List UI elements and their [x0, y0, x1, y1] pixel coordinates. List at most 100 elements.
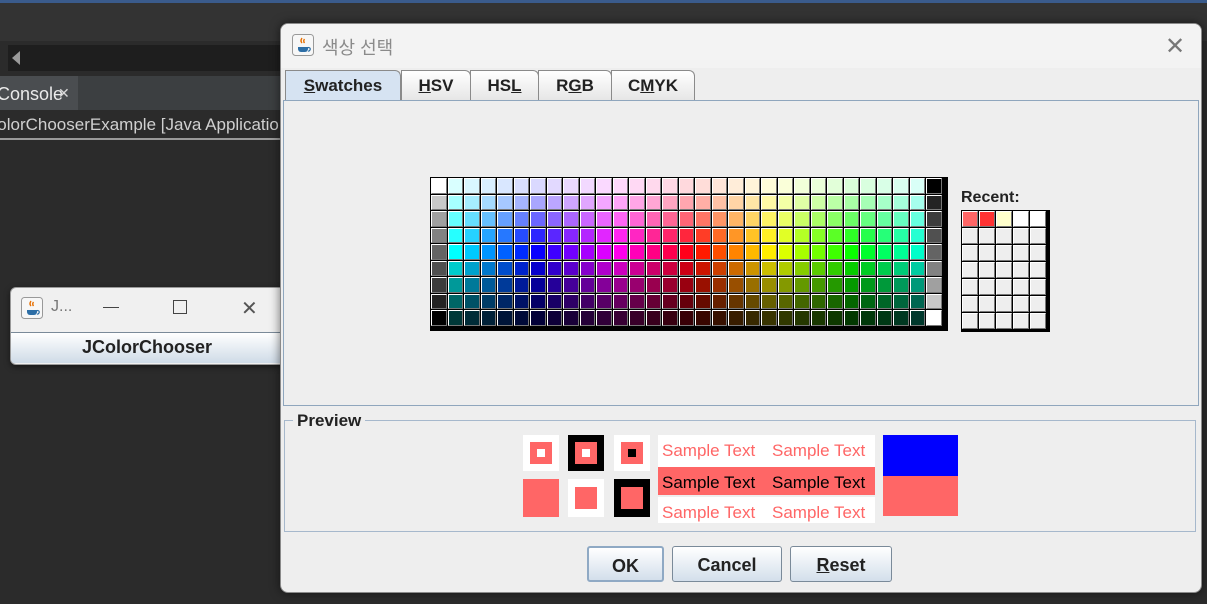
recent-color-swatch[interactable] — [996, 245, 1012, 261]
color-swatch[interactable] — [810, 244, 826, 260]
color-swatch[interactable] — [744, 277, 760, 293]
recent-color-swatch[interactable] — [996, 279, 1012, 295]
color-swatch[interactable] — [728, 260, 744, 276]
color-swatch[interactable] — [645, 178, 661, 194]
color-swatch[interactable] — [431, 310, 447, 326]
color-swatch[interactable] — [728, 178, 744, 194]
color-swatch[interactable] — [447, 227, 463, 243]
color-swatch[interactable] — [645, 244, 661, 260]
color-swatch[interactable] — [695, 277, 711, 293]
recent-color-swatch[interactable] — [1030, 296, 1046, 312]
color-swatch[interactable] — [645, 194, 661, 210]
color-swatch[interactable] — [662, 277, 678, 293]
color-swatch[interactable] — [596, 211, 612, 227]
color-swatch[interactable] — [926, 244, 942, 260]
color-swatch[interactable] — [464, 227, 480, 243]
color-swatch[interactable] — [893, 260, 909, 276]
color-swatch[interactable] — [695, 211, 711, 227]
cancel-button[interactable]: Cancel — [672, 546, 782, 582]
color-swatch[interactable] — [612, 244, 628, 260]
color-swatch[interactable] — [678, 244, 694, 260]
recent-color-swatch[interactable] — [1013, 228, 1029, 244]
color-swatch[interactable] — [563, 227, 579, 243]
color-swatch[interactable] — [612, 293, 628, 309]
color-swatch[interactable] — [761, 260, 777, 276]
color-swatch[interactable] — [629, 293, 645, 309]
color-swatch[interactable] — [513, 293, 529, 309]
color-swatch[interactable] — [563, 194, 579, 210]
color-swatch[interactable] — [827, 227, 843, 243]
color-swatch[interactable] — [612, 227, 628, 243]
color-swatch[interactable] — [794, 260, 810, 276]
color-swatch[interactable] — [728, 244, 744, 260]
color-swatch[interactable] — [794, 244, 810, 260]
color-swatch[interactable] — [447, 194, 463, 210]
color-swatch[interactable] — [810, 227, 826, 243]
color-swatch[interactable] — [810, 178, 826, 194]
recent-color-swatch[interactable] — [979, 211, 995, 227]
color-swatch[interactable] — [728, 293, 744, 309]
color-swatch[interactable] — [926, 277, 942, 293]
color-swatch[interactable] — [612, 178, 628, 194]
color-swatch[interactable] — [711, 211, 727, 227]
color-swatch[interactable] — [530, 260, 546, 276]
color-swatch[interactable] — [596, 244, 612, 260]
color-swatch[interactable] — [794, 227, 810, 243]
recent-color-swatch[interactable] — [979, 228, 995, 244]
color-swatch[interactable] — [480, 178, 496, 194]
color-swatch[interactable] — [579, 178, 595, 194]
color-swatch[interactable] — [876, 194, 892, 210]
color-swatch[interactable] — [695, 260, 711, 276]
color-swatch[interactable] — [777, 194, 793, 210]
color-swatch[interactable] — [645, 310, 661, 326]
color-swatch[interactable] — [563, 293, 579, 309]
color-swatch[interactable] — [810, 277, 826, 293]
color-swatch[interactable] — [678, 194, 694, 210]
color-swatch[interactable] — [579, 227, 595, 243]
color-swatch[interactable] — [876, 227, 892, 243]
color-swatch[interactable] — [513, 244, 529, 260]
color-swatch[interactable] — [678, 260, 694, 276]
color-swatch[interactable] — [596, 293, 612, 309]
color-swatch[interactable] — [464, 293, 480, 309]
color-swatch[interactable] — [777, 227, 793, 243]
color-swatch[interactable] — [464, 211, 480, 227]
color-swatch[interactable] — [744, 260, 760, 276]
color-swatch[interactable] — [431, 293, 447, 309]
color-swatch[interactable] — [662, 211, 678, 227]
recent-color-swatch[interactable] — [996, 313, 1012, 329]
color-swatch[interactable] — [744, 293, 760, 309]
color-swatch[interactable] — [777, 310, 793, 326]
recent-color-swatch[interactable] — [996, 228, 1012, 244]
color-swatch[interactable] — [563, 260, 579, 276]
color-swatch[interactable] — [926, 227, 942, 243]
color-swatch[interactable] — [909, 277, 925, 293]
color-swatch[interactable] — [612, 194, 628, 210]
color-swatch[interactable] — [909, 293, 925, 309]
color-swatch[interactable] — [480, 211, 496, 227]
recent-color-swatch[interactable] — [1013, 245, 1029, 261]
recent-color-swatch[interactable] — [962, 245, 978, 261]
color-swatch[interactable] — [546, 244, 562, 260]
color-swatch[interactable] — [711, 293, 727, 309]
color-swatch[interactable] — [645, 277, 661, 293]
color-swatch[interactable] — [860, 260, 876, 276]
color-swatch[interactable] — [447, 293, 463, 309]
color-swatch[interactable] — [497, 260, 513, 276]
color-swatch[interactable] — [728, 227, 744, 243]
color-swatch[interactable] — [596, 227, 612, 243]
maximize-icon[interactable] — [173, 300, 187, 314]
color-swatch[interactable] — [926, 310, 942, 326]
color-swatch[interactable] — [777, 260, 793, 276]
color-swatch[interactable] — [629, 244, 645, 260]
color-swatch[interactable] — [546, 178, 562, 194]
color-swatch[interactable] — [744, 244, 760, 260]
color-swatch[interactable] — [843, 227, 859, 243]
color-swatch[interactable] — [860, 211, 876, 227]
color-swatch[interactable] — [711, 227, 727, 243]
scroll-left-icon[interactable] — [12, 51, 20, 65]
color-swatch[interactable] — [612, 260, 628, 276]
color-swatch[interactable] — [563, 244, 579, 260]
color-swatch[interactable] — [596, 194, 612, 210]
color-swatch[interactable] — [497, 211, 513, 227]
